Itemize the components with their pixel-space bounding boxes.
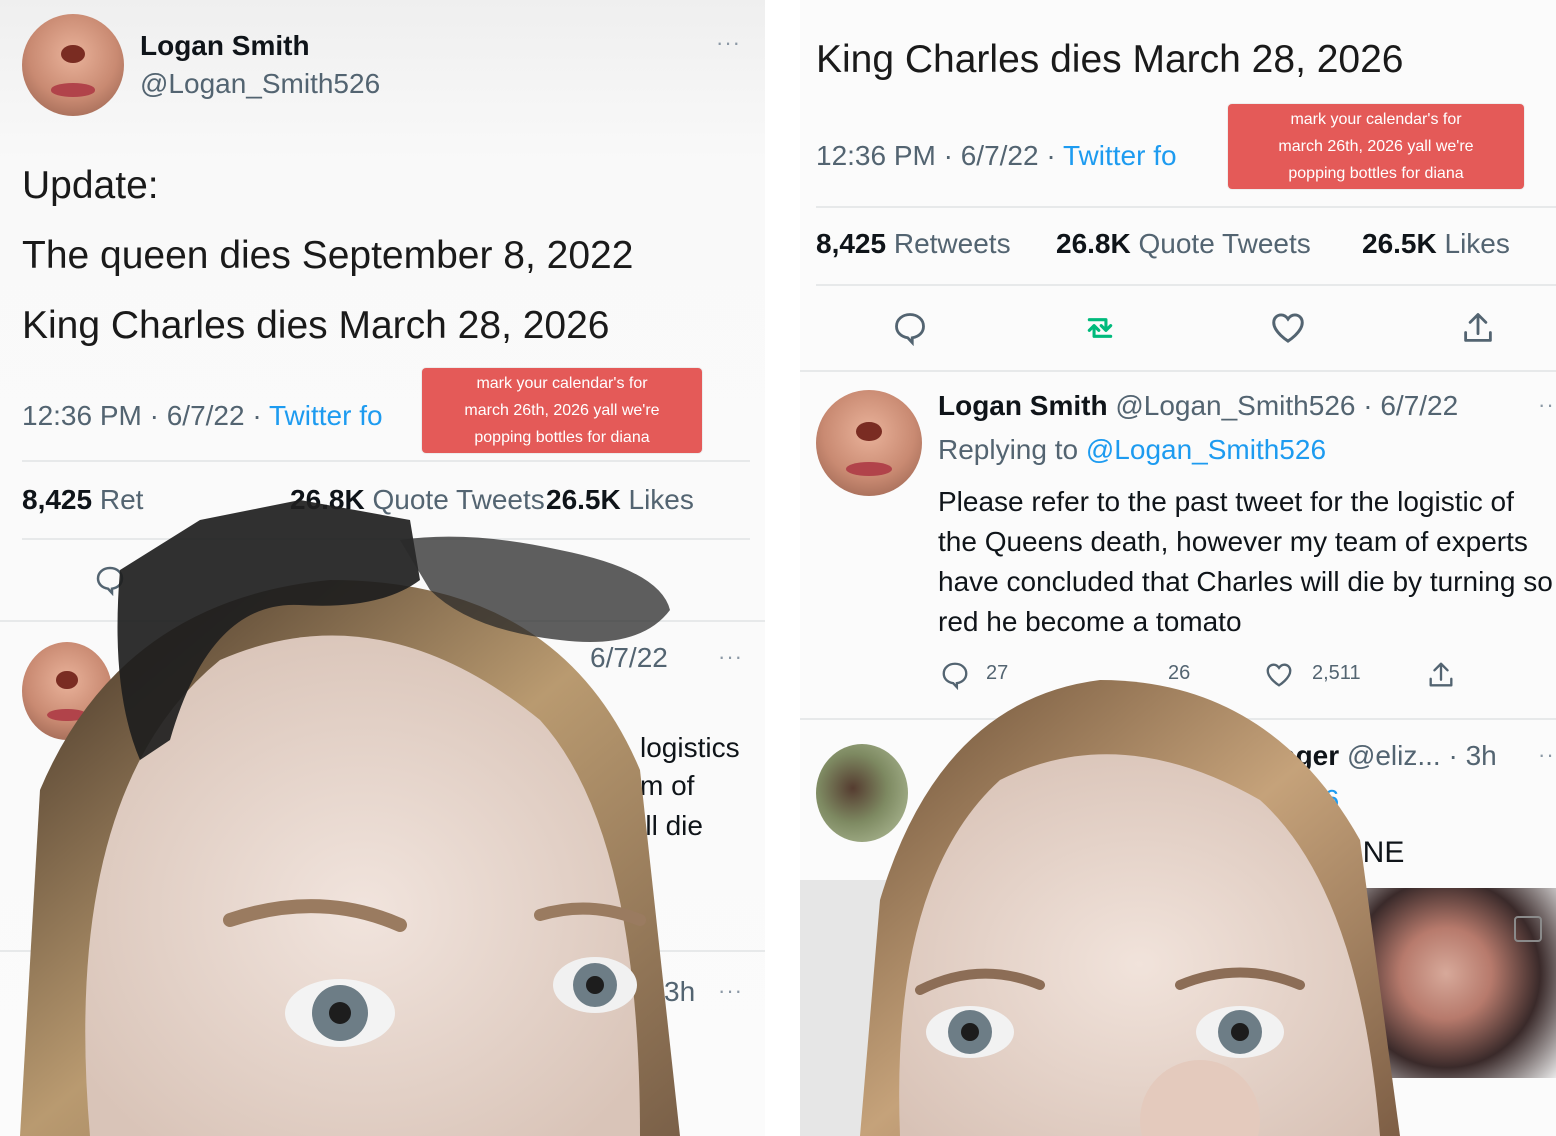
reply-more-icon[interactable]: ·· (1538, 392, 1555, 418)
likes-stats[interactable]: 26.5K Likes (1362, 228, 1510, 260)
sunglasses-icon (20, 500, 680, 1136)
tweet-line-2: King Charles dies March 28, 2026 (816, 38, 1404, 81)
reply-more-icon[interactable]: ··· (718, 644, 743, 670)
panel-divider (765, 0, 800, 1136)
tweet-source-link[interactable]: Twitter fo (1063, 140, 1177, 171)
right-screenshot: King Charles dies March 28, 2026 12:36 P… (800, 0, 1556, 1136)
quote-stats[interactable]: 26.8K Quote Tweets (1056, 228, 1311, 260)
reply2-more-icon[interactable]: ·· (1538, 742, 1555, 768)
reply-avatar[interactable] (816, 390, 922, 496)
share-icon[interactable] (1456, 306, 1500, 350)
reply-author-meta[interactable]: @Logan_Smith526 · 6/7/22 (1115, 390, 1458, 421)
tweet-timestamp: 12:36 PM · 6/7/22 · Twitter fo (22, 400, 383, 431)
like-icon[interactable] (1266, 306, 1310, 350)
reply-icon[interactable] (888, 306, 932, 350)
left-screenshot: Logan Smith @Logan_Smith526 ··· Update: … (0, 0, 765, 1136)
reply-header: Logan Smith @Logan_Smith526 · 6/7/22 (938, 390, 1458, 422)
author-name[interactable]: Logan Smith (140, 30, 310, 62)
more-options-icon[interactable]: ··· (716, 30, 741, 56)
tweet-update-label: Update: (22, 164, 159, 207)
tweet-timestamp: 12:36 PM · 6/7/22 · Twitter fo (816, 140, 1177, 171)
replying-to-handle[interactable]: @Logan_Smith526 (1086, 434, 1326, 465)
author-handle[interactable]: @Logan_Smith526 (140, 68, 380, 100)
tweet-line-2: King Charles dies March 28, 2026 (22, 304, 610, 347)
retweet-icon[interactable] (1078, 306, 1122, 350)
reply-share-icon[interactable] (1424, 658, 1458, 692)
tweet-line-1: The queen dies September 8, 2022 (22, 234, 634, 277)
reply2-more-icon[interactable]: ··· (718, 978, 743, 1004)
author-avatar[interactable] (22, 14, 124, 116)
person-overlay-left (0, 490, 680, 1136)
tweet-source-link[interactable]: Twitter fo (269, 400, 383, 431)
caption-sticker: mark your calendar's for march 26th, 202… (422, 368, 702, 453)
reply-text: Please refer to the past tweet for the l… (938, 486, 1553, 637)
caption-sticker: mark your calendar's for march 26th, 202… (1228, 104, 1524, 189)
reply-author-name[interactable]: Logan Smith (938, 390, 1108, 421)
replying-to: Replying to @Logan_Smith526 (938, 434, 1327, 465)
media-badge-icon (1514, 916, 1542, 942)
retweets-stats[interactable]: 8,425 Retweets (816, 228, 1011, 260)
person-overlay-right (800, 660, 1400, 1136)
